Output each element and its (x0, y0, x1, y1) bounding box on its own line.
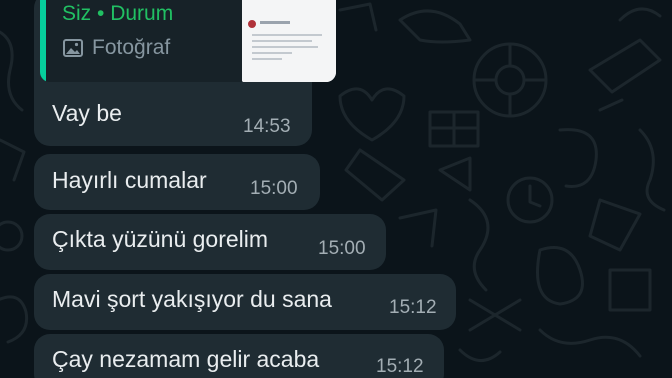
message-text: Vay be (52, 100, 122, 126)
message-text: Hayırlı cumalar (52, 167, 207, 193)
message-time: 15:12 (376, 356, 424, 377)
status-thumbnail-image (242, 0, 336, 82)
message-time: 15:12 (389, 297, 437, 318)
message-text: Çıkta yüzünü gorelim (52, 226, 269, 252)
status-thumbnail (242, 0, 336, 82)
message-time: 15:00 (250, 178, 298, 199)
message-bubble[interactable]: Mavi şort yakışıyor du sana 15:12 (34, 274, 456, 330)
message-time: 14:53 (243, 116, 291, 137)
quote-author: Siz • Durum (62, 2, 174, 25)
quoted-status[interactable]: Siz • Durum Fotoğraf (40, 0, 336, 82)
message-time: 15:00 (318, 238, 366, 259)
chat-panel[interactable]: Siz • Durum Fotoğraf Vay be 14:53 Hayırl… (0, 0, 672, 378)
message-bubble[interactable]: Çıkta yüzünü gorelim 15:00 (34, 214, 386, 270)
quote-media-label: Fotoğraf (92, 36, 171, 59)
message-text: Mavi şort yakışıyor du sana (52, 286, 332, 312)
quote-media-type: Fotoğraf (62, 36, 170, 60)
message-bubble[interactable]: Siz • Durum Fotoğraf Vay be 14:53 (34, 0, 336, 146)
message-bubble[interactable]: Hayırlı cumalar 15:00 (34, 154, 320, 210)
message-text: Çay nezamam gelir acaba (52, 346, 320, 372)
message-bubble[interactable]: Çay nezamam gelir acaba 15:12 (34, 334, 444, 378)
quote-accent-bar (40, 0, 46, 82)
photo-icon (63, 39, 83, 57)
